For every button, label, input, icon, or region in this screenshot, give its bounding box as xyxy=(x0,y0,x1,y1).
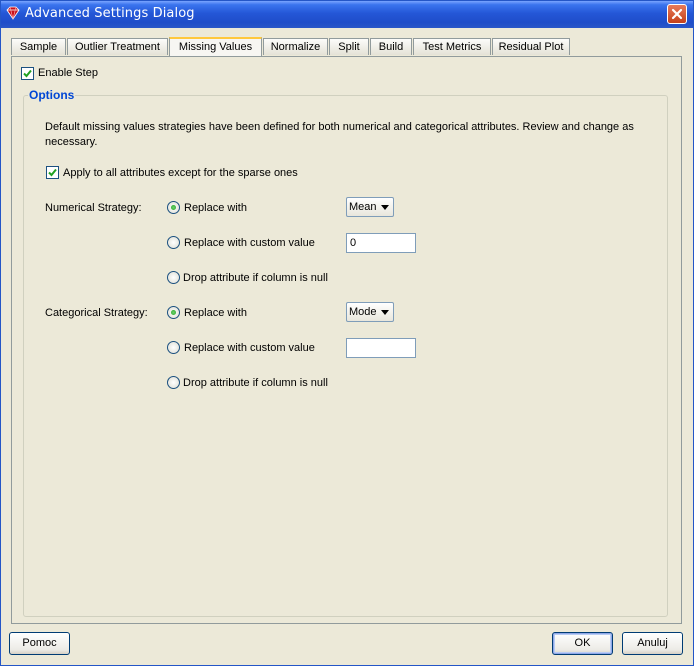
chevron-down-icon xyxy=(381,310,389,315)
app-logo-icon xyxy=(6,6,20,20)
numerical-replace-with-radio[interactable] xyxy=(167,201,180,214)
radio-selected-dot xyxy=(171,205,176,210)
radio-selected-dot xyxy=(171,310,176,315)
close-icon xyxy=(671,8,683,20)
numerical-replace-with-label[interactable]: Replace with xyxy=(184,202,247,214)
help-button[interactable]: Pomoc xyxy=(9,632,70,655)
categorical-drop-attribute-label[interactable]: Drop attribute if column is null xyxy=(183,377,328,389)
tab-build[interactable]: Build xyxy=(370,38,412,55)
numerical-custom-value-label[interactable]: Replace with custom value xyxy=(184,237,315,249)
apply-all-checkbox[interactable] xyxy=(46,166,59,179)
categorical-replace-select[interactable]: Mode xyxy=(346,302,394,322)
tab-split[interactable]: Split xyxy=(329,38,369,55)
advanced-settings-dialog: Advanced Settings Dialog Sample Outlier … xyxy=(0,0,694,666)
window-title: Advanced Settings Dialog xyxy=(25,6,195,21)
apply-all-label[interactable]: Apply to all attributes except for the s… xyxy=(63,167,298,179)
numerical-replace-select[interactable]: Mean xyxy=(346,197,394,217)
tab-missing-values[interactable]: Missing Values xyxy=(169,37,262,56)
numerical-strategy-label: Numerical Strategy: xyxy=(45,202,142,214)
checkmark-icon xyxy=(48,168,57,177)
enable-step-checkbox[interactable] xyxy=(21,67,34,80)
close-button[interactable] xyxy=(667,4,687,24)
tab-residual-plot[interactable]: Residual Plot xyxy=(492,38,570,55)
ok-button[interactable]: OK xyxy=(552,632,613,655)
categorical-custom-value-radio[interactable] xyxy=(167,341,180,354)
tab-test-metrics[interactable]: Test Metrics xyxy=(413,38,491,55)
categorical-replace-with-label[interactable]: Replace with xyxy=(184,307,247,319)
tab-sample[interactable]: Sample xyxy=(11,38,66,55)
numerical-custom-value-radio[interactable] xyxy=(167,236,180,249)
categorical-custom-value-input[interactable] xyxy=(346,338,416,358)
numerical-replace-select-value: Mean xyxy=(349,201,377,213)
categorical-custom-value-label[interactable]: Replace with custom value xyxy=(184,342,315,354)
numerical-drop-attribute-radio[interactable] xyxy=(167,271,180,284)
numerical-drop-attribute-label[interactable]: Drop attribute if column is null xyxy=(183,272,328,284)
checkmark-icon xyxy=(23,69,32,78)
options-group-title: Options xyxy=(28,88,76,102)
categorical-strategy-label: Categorical Strategy: xyxy=(45,307,148,319)
cancel-button[interactable]: Anuluj xyxy=(622,632,683,655)
enable-step-label[interactable]: Enable Step xyxy=(38,67,98,79)
chevron-down-icon xyxy=(381,205,389,210)
title-bar[interactable]: Advanced Settings Dialog xyxy=(1,1,693,28)
categorical-drop-attribute-radio[interactable] xyxy=(167,376,180,389)
categorical-replace-select-value: Mode xyxy=(349,306,377,318)
tab-normalize[interactable]: Normalize xyxy=(263,38,328,55)
numerical-custom-value-input[interactable] xyxy=(346,233,416,253)
categorical-replace-with-radio[interactable] xyxy=(167,306,180,319)
options-description: Default missing values strategies have b… xyxy=(45,121,634,148)
tab-outlier-treatment[interactable]: Outlier Treatment xyxy=(67,38,168,55)
